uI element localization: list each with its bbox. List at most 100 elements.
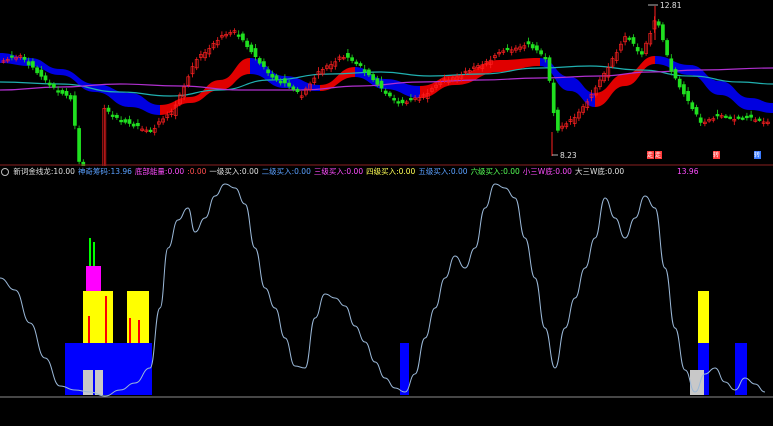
candle-body xyxy=(694,107,699,115)
candle-body xyxy=(115,114,119,118)
candle-body xyxy=(367,69,371,76)
indicator-item: 六级买入:0.00 xyxy=(471,167,520,176)
candle-body xyxy=(715,114,720,117)
signal-marker-label: 走 xyxy=(655,151,661,159)
indicator-item: 大三W底:0.00 xyxy=(575,167,624,176)
indicator-item: 四级买入:0.00 xyxy=(366,167,415,176)
right-markers: 走走 转 转 xyxy=(647,151,761,159)
signal-marker-label: 走 xyxy=(647,151,653,159)
candle-body xyxy=(635,47,640,52)
candle-body xyxy=(640,51,644,55)
candle-body xyxy=(371,74,375,81)
candle-body xyxy=(539,50,543,55)
candle-body xyxy=(68,95,73,100)
signal-bar-red xyxy=(105,296,107,343)
candle-body xyxy=(556,109,560,131)
ribbon-segment xyxy=(455,60,500,85)
candle-body xyxy=(274,75,279,81)
candle-body xyxy=(728,116,732,119)
signal-bar-magenta xyxy=(86,266,101,291)
signal-bar-red xyxy=(138,320,140,343)
candle-body xyxy=(400,99,405,104)
indicator-value: 0.00 xyxy=(503,167,520,176)
indicator-value: 0.00 xyxy=(189,167,207,176)
ribbon-segment xyxy=(720,81,750,110)
candle-body xyxy=(262,61,266,67)
indicator-header: 新词金线龙:10.00 神奇筹码:13.96 底部能量:0.00:0.00 一级买入:… xyxy=(0,166,773,178)
indicator-value: 0.00 xyxy=(346,167,364,176)
candle-body xyxy=(627,37,632,40)
candle-body xyxy=(669,58,674,72)
candle-body xyxy=(257,58,262,64)
candle-body xyxy=(43,75,48,81)
candle-body xyxy=(127,119,132,124)
candle-body xyxy=(749,114,753,118)
signal-bar-green xyxy=(93,242,95,266)
candle-body xyxy=(26,61,31,66)
indicator-value: 0.00 xyxy=(294,167,311,176)
signal-bar-yellow xyxy=(698,291,709,343)
indicator-panel[interactable] xyxy=(0,178,773,426)
indicator-label: 二级买入 xyxy=(261,167,292,176)
candle-body xyxy=(757,118,762,121)
settings-icon[interactable] xyxy=(1,168,9,176)
candle-body xyxy=(354,61,359,65)
candle-body xyxy=(64,90,69,96)
candle-body xyxy=(547,57,552,81)
indicator-label: 三级买入 xyxy=(313,167,344,176)
indicator-label: 小三W底 xyxy=(522,167,553,176)
candle-body xyxy=(409,98,413,101)
indicator-item: 三级买入:0.00 xyxy=(314,167,363,176)
high-price-label: 12.81 xyxy=(660,1,682,10)
signal-bars xyxy=(65,238,747,395)
candle-body xyxy=(698,117,703,123)
indicator-item: 底部能量:0.00 xyxy=(135,167,184,176)
candle-body xyxy=(383,90,388,94)
candle-body xyxy=(148,129,153,133)
candle-body xyxy=(77,128,81,162)
candle-body xyxy=(295,88,300,93)
candle-body xyxy=(39,69,44,77)
signal-bar-yellow xyxy=(83,291,113,343)
indicator-value: 0.00 xyxy=(241,167,259,176)
indicator-label: 一级买入 xyxy=(209,167,240,176)
indicator-value: 0.00 xyxy=(167,167,185,176)
candle-body xyxy=(245,40,249,48)
candle-body xyxy=(392,98,396,101)
candle-body xyxy=(686,91,690,101)
indicator-label: 神奇筹码 xyxy=(77,167,108,176)
candle-body xyxy=(47,82,52,86)
candle-body xyxy=(350,57,354,61)
price-panel[interactable]: 走走 转 转 12.81 8.23 xyxy=(0,0,773,166)
candle-body xyxy=(631,37,636,44)
candle-body xyxy=(278,80,283,84)
candle-body xyxy=(73,95,77,126)
indicator-label: 四级买入 xyxy=(366,167,397,176)
indicator-item: :0.00 xyxy=(187,167,206,176)
candle-body xyxy=(358,63,363,66)
signal-bar-blue xyxy=(735,343,747,395)
indicator-label: 新词金线龙 xyxy=(13,167,51,176)
candle-body xyxy=(505,47,510,51)
indicator-value: 13.96 xyxy=(110,167,132,176)
candle-body xyxy=(661,24,665,41)
candle-body xyxy=(690,102,695,110)
signal-bar-red xyxy=(88,316,90,343)
ribbon-segment xyxy=(130,93,160,115)
candle-body xyxy=(266,69,270,74)
candle-body xyxy=(543,57,548,60)
candle-body xyxy=(241,33,245,41)
signal-marker-label: 转 xyxy=(754,151,760,159)
candle-body xyxy=(665,40,669,56)
candle-body xyxy=(740,117,745,120)
candle-body xyxy=(551,82,556,114)
candle-body xyxy=(22,56,27,60)
candle-body xyxy=(287,82,291,87)
candle-body xyxy=(52,84,56,88)
candle-body xyxy=(249,44,254,53)
candle-body xyxy=(673,69,678,79)
candle-body xyxy=(110,114,115,117)
indicator-value: 0.00 xyxy=(555,167,572,176)
candle-body xyxy=(379,80,384,89)
candle-body xyxy=(106,107,111,112)
